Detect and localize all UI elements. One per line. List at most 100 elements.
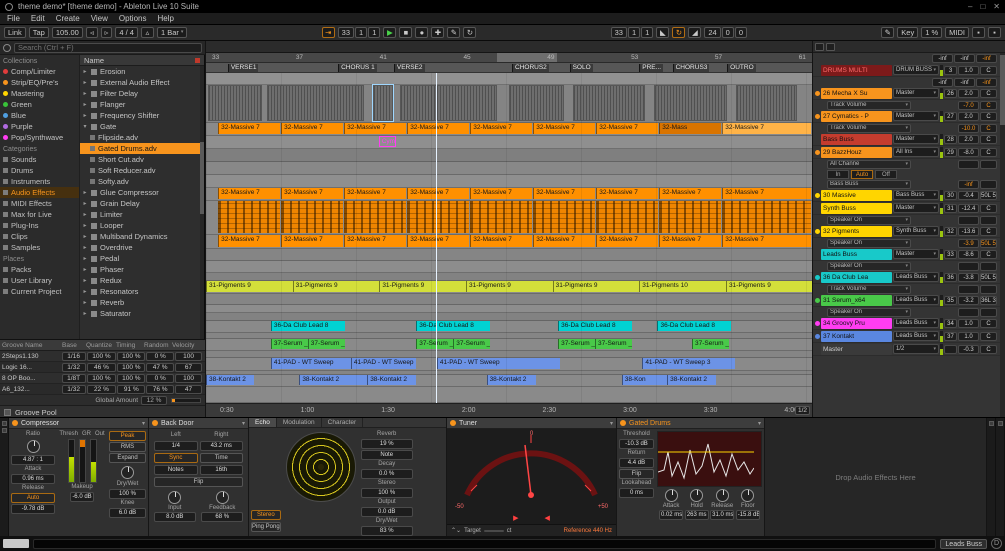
- nudge-up-button[interactable]: ▹: [100, 27, 113, 38]
- groove-value[interactable]: 47 %: [146, 362, 175, 372]
- sub-volume-value[interactable]: -7.0: [958, 100, 979, 110]
- file-list-header[interactable]: Name: [80, 55, 204, 66]
- file-item-looper[interactable]: ▸ Looper: [80, 220, 204, 231]
- menu-view[interactable]: View: [91, 14, 108, 23]
- threshold-value[interactable]: -10.3 dB: [619, 439, 654, 449]
- loop-start-segment[interactable]: 1: [627, 27, 641, 38]
- menu-file[interactable]: File: [7, 14, 20, 23]
- arrangement-clip[interactable]: 32-Massive 7: [218, 188, 280, 199]
- arrangement-clip[interactable]: 38-Kontakt 2: [486, 375, 536, 385]
- zoom-level[interactable]: 1/2: [794, 406, 810, 415]
- sidebar-item-sounds[interactable]: Sounds: [0, 154, 79, 165]
- drywet-value[interactable]: 100 %: [109, 489, 146, 499]
- chevron-right-icon[interactable]: ▸: [82, 79, 88, 86]
- tab-character[interactable]: Character: [322, 418, 364, 427]
- global-amount-value[interactable]: 12 %: [141, 395, 167, 405]
- track-volume-value[interactable]: -0.3: [958, 344, 979, 354]
- track-volume-value[interactable]: 2.0: [958, 88, 979, 98]
- chevron-right-icon[interactable]: ▸: [82, 310, 88, 317]
- record-icon[interactable]: ●: [415, 27, 429, 38]
- arrangement-track-lane[interactable]: 32-Massive 7 32-Massive 7 32-Massive 7 32-M…: [206, 123, 812, 136]
- sidebar-item-user-library[interactable]: User Library: [0, 275, 79, 286]
- compressor-title-bar[interactable]: Compressor ▾: [9, 418, 148, 429]
- file-item-gated-drums-adv[interactable]: Gated Drums.adv: [80, 143, 204, 154]
- arrangement-clip[interactable]: 32-Massive 7: [596, 235, 659, 247]
- output-routing-dropdown[interactable]: Synth Buss ▾: [893, 226, 939, 236]
- tab-modulation[interactable]: Modulation: [277, 418, 322, 427]
- locator-verse1[interactable]: VERSE1: [227, 64, 259, 72]
- loop-start-segment[interactable]: 1: [641, 27, 654, 38]
- threshold-value[interactable]: -9.78 dB: [11, 504, 55, 514]
- file-item-overdrive[interactable]: ▸ Overdrive: [80, 242, 204, 253]
- arrangement-track-lane[interactable]: [206, 162, 812, 175]
- arrangement-clip[interactable]: 31-Pigments 10: [639, 281, 726, 292]
- track-name-chip[interactable]: 27 Cymatics - P: [821, 110, 892, 122]
- maximize-button[interactable]: □: [980, 2, 985, 11]
- chevron-right-icon[interactable]: ▸: [82, 266, 88, 273]
- param-value-stereo[interactable]: 100 %: [360, 488, 413, 498]
- browser-scrollbar[interactable]: [200, 66, 204, 339]
- sidebar-item-mastering[interactable]: Mastering: [0, 88, 79, 99]
- groove-value[interactable]: 47: [175, 384, 202, 394]
- output-routing-dropdown[interactable]: Leads Buss ▾: [893, 295, 939, 305]
- groove-row[interactable]: Logic 16... 1/32 46 % 100 % 47 % 67: [0, 362, 205, 373]
- locator-pre[interactable]: PRE...: [639, 64, 664, 72]
- arrangement-track-lane[interactable]: 36-Da Club Lead 8 36-Da Club Lead 8 36-Da …: [206, 321, 812, 333]
- play-icon[interactable]: ▶: [383, 27, 397, 38]
- sub-pan-value[interactable]: [980, 284, 997, 294]
- time-button[interactable]: Time: [199, 453, 243, 463]
- loop-length-segment[interactable]: 0: [721, 27, 734, 38]
- arrangement-clip[interactable]: 31-Pigments 9: [206, 281, 293, 292]
- output-routing-dropdown[interactable]: Bass Buss ▾: [893, 190, 939, 200]
- track-name-chip[interactable]: 34 Groovy Pru: [821, 317, 892, 329]
- link-button[interactable]: Link: [4, 27, 26, 38]
- file-item-grain-delay[interactable]: ▸ Grain Delay: [80, 198, 204, 209]
- output-routing-dropdown[interactable]: Master ▾: [893, 249, 939, 259]
- track-pan-value[interactable]: C: [980, 111, 997, 121]
- param-value-output[interactable]: 0.0 dB: [360, 507, 413, 517]
- feedback-knob[interactable]: [215, 491, 229, 504]
- output-routing-dropdown[interactable]: Leads Buss ▾: [893, 272, 939, 282]
- sub-pan-value[interactable]: [980, 215, 997, 225]
- file-item-resonators[interactable]: ▸ Resonators: [80, 286, 204, 297]
- arrangement-clip[interactable]: 31-Pigments 9: [465, 281, 553, 292]
- mode-rms-button[interactable]: RMS: [109, 442, 146, 452]
- output-routing-dropdown[interactable]: Leads Buss ▾: [893, 318, 939, 328]
- track-volume-value[interactable]: 1.0: [958, 318, 979, 328]
- makeup-value[interactable]: -6.0 dB: [70, 492, 94, 502]
- floor-value[interactable]: -15.8 dB: [735, 510, 760, 520]
- attack-value[interactable]: 0.02 ms: [658, 510, 684, 520]
- locator-chorus-1[interactable]: CHORUS 1: [338, 64, 377, 72]
- sidebar-item-strip-eq-pre-s[interactable]: Strip/EQ/Pre's: [0, 77, 79, 88]
- target-value[interactable]: [483, 529, 504, 532]
- monitor-in-button[interactable]: In: [827, 169, 849, 179]
- track-volume-value[interactable]: 2.0: [958, 134, 979, 144]
- groove-value[interactable]: 1/16: [61, 351, 86, 361]
- lookahead-dropdown[interactable]: 0 ms: [619, 488, 654, 498]
- device-on-icon[interactable]: [620, 420, 626, 426]
- automation-control-dropdown[interactable]: Track Volume ▾: [827, 100, 911, 110]
- arrangement-clip[interactable]: 38-Kontakt 2: [667, 375, 717, 385]
- output-routing-dropdown[interactable]: Master ▾: [893, 88, 939, 98]
- knee-value[interactable]: 6.0 dB: [109, 508, 146, 518]
- device-fold-icon[interactable]: ▾: [142, 420, 145, 427]
- track-arm-dot[interactable]: [815, 297, 820, 303]
- arrangement-clip[interactable]: 41-PAD - WT Sweep: [270, 358, 351, 369]
- track-pan-value[interactable]: C: [980, 226, 997, 236]
- groove-value[interactable]: 100 %: [86, 373, 117, 383]
- arrangement-clip[interactable]: [207, 85, 263, 121]
- chevron-right-icon[interactable]: ▸: [82, 200, 88, 207]
- track-volume-value[interactable]: 1.0: [958, 65, 979, 75]
- arrangement-clip[interactable]: 32-Massive 7: [218, 123, 280, 134]
- track-volume-value[interactable]: 1.0: [958, 331, 979, 341]
- menu-edit[interactable]: Edit: [31, 14, 45, 23]
- monitor-off-button[interactable]: Off: [875, 169, 897, 179]
- track-pan-value[interactable]: C: [980, 344, 997, 354]
- stop-icon[interactable]: ■: [399, 27, 413, 38]
- sub-pan-value[interactable]: 50L 50R: [980, 238, 997, 248]
- hot-swap-icon[interactable]: [988, 421, 994, 426]
- groove-row[interactable]: 8 OP Boo... 1/8T 100 % 100 % 0 % 100: [0, 373, 205, 384]
- sub-pan-value[interactable]: [980, 261, 997, 271]
- arrangement-clip[interactable]: [281, 201, 343, 233]
- metronome-icon[interactable]: ▵: [140, 27, 154, 38]
